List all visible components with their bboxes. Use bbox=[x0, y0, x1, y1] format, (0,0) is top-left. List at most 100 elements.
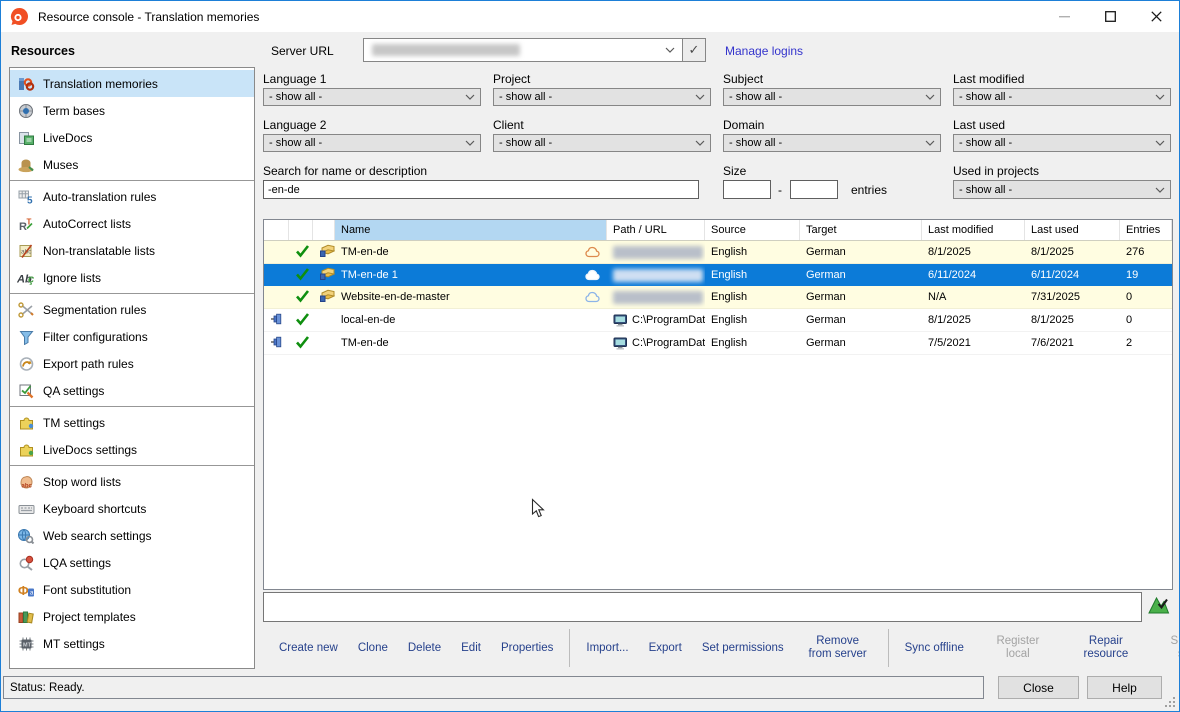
help-button[interactable]: Help bbox=[1087, 676, 1162, 699]
column-header-path-url[interactable]: Path / URL bbox=[607, 220, 705, 240]
set-permissions-button[interactable]: Set permissions bbox=[702, 642, 784, 654]
column-header-last-modified[interactable]: Last modified bbox=[922, 220, 1025, 240]
export-button[interactable]: Export bbox=[649, 642, 682, 654]
edit-button[interactable]: Edit bbox=[461, 642, 481, 654]
repair-resource-button[interactable]: Repair resource bbox=[1072, 635, 1140, 661]
dropdown-value: - show all - bbox=[269, 137, 322, 149]
sidebar-item-label: LiveDocs bbox=[43, 131, 92, 145]
filter-label-client: Client bbox=[493, 118, 524, 132]
sidebar-item-keyboard-shortcuts[interactable]: Keyboard shortcuts bbox=[10, 495, 254, 522]
last-used-dropdown[interactable]: - show all - bbox=[953, 134, 1171, 152]
sidebar-item-export-path-rules[interactable]: Export path rules bbox=[10, 350, 254, 377]
search-input[interactable] bbox=[263, 180, 699, 199]
column-header-entries[interactable]: Entries bbox=[1120, 220, 1172, 240]
sidebar-item-label: Ignore lists bbox=[43, 271, 101, 285]
table-row-tm-en-de[interactable]: TM-en-deEnglishGerman8/1/20258/1/2025276 bbox=[264, 241, 1172, 264]
last-used-cell: 8/1/2025 bbox=[1025, 309, 1120, 331]
table-row-website-en-de-master[interactable]: Website-en-de-masterEnglishGermanN/A7/31… bbox=[264, 286, 1172, 309]
detail-segment: [ bbox=[330, 621, 336, 622]
client-dropdown[interactable]: - show all - bbox=[493, 134, 711, 152]
sidebar-item-segmentation-rules[interactable]: Segmentation rules bbox=[10, 296, 254, 323]
sidebar-item-stop-word-lists[interactable]: abcStop word lists bbox=[10, 468, 254, 495]
column-header-icon-2[interactable] bbox=[313, 220, 335, 240]
sidebar-item-font-substitution[interactable]: ΦaFont substitution bbox=[10, 576, 254, 603]
minimize-button[interactable] bbox=[1041, 1, 1087, 32]
close-window-button[interactable] bbox=[1133, 1, 1179, 32]
svg-text:MT: MT bbox=[23, 642, 32, 648]
project-dropdown[interactable]: - show all - bbox=[493, 88, 711, 106]
sidebar-item-translation-memories[interactable]: Translation memories bbox=[10, 70, 254, 97]
chevron-down-icon bbox=[925, 140, 935, 146]
sidebar-item-filter-configurations[interactable]: Filter configurations bbox=[10, 323, 254, 350]
size-unit-label: entries bbox=[851, 183, 887, 197]
tm-settings-icon bbox=[17, 415, 35, 431]
sidebar-item-auto-translation-rules[interactable]: 5Auto-translation rules bbox=[10, 183, 254, 210]
domain-dropdown[interactable]: - show all - bbox=[723, 134, 941, 152]
column-header-label: Target bbox=[806, 224, 837, 236]
language-1-dropdown[interactable]: - show all - bbox=[263, 88, 481, 106]
column-header-source[interactable]: Source bbox=[705, 220, 800, 240]
dropdown-value: - show all - bbox=[959, 137, 1012, 149]
titlebar: Resource console - Translation memories bbox=[1, 1, 1179, 32]
resources-sidebar: Translation memoriesTerm bases LiveDocs Mu… bbox=[9, 67, 255, 669]
sidebar-item-livedocs[interactable]: LiveDocs bbox=[10, 124, 254, 151]
maximize-button[interactable] bbox=[1087, 1, 1133, 32]
sidebar-item-web-search-settings[interactable]: Web search settings bbox=[10, 522, 254, 549]
last-modified-dropdown[interactable]: - show all - bbox=[953, 88, 1171, 106]
manage-logins-link[interactable]: Manage logins bbox=[725, 44, 803, 58]
sidebar-group-separator bbox=[10, 293, 254, 294]
sidebar-item-qa-settings[interactable]: QA settings bbox=[10, 377, 254, 404]
size-to-input[interactable] bbox=[790, 180, 838, 199]
properties-button[interactable]: Properties bbox=[501, 642, 553, 654]
remove-from-server-button[interactable]: Remove from server bbox=[804, 635, 872, 661]
sidebar-item-non-translatable-lists[interactable]: abcNon-translatable lists bbox=[10, 237, 254, 264]
chevron-down-icon bbox=[1155, 94, 1165, 100]
column-header-name[interactable]: Name bbox=[335, 220, 607, 240]
sidebar-item-label: Project templates bbox=[43, 610, 136, 624]
close-button[interactable]: Close bbox=[998, 676, 1079, 699]
column-header-last-used[interactable]: Last used bbox=[1025, 220, 1120, 240]
sidebar-item-autocorrect-lists[interactable]: RTAutoCorrect lists bbox=[10, 210, 254, 237]
server-url-label: Server URL bbox=[271, 44, 334, 58]
language-2-dropdown[interactable]: - show all - bbox=[263, 134, 481, 152]
sidebar-item-muses[interactable]: Muses bbox=[10, 151, 254, 178]
sidebar-item-label: LiveDocs settings bbox=[43, 443, 137, 457]
filter-label-last-used: Last used bbox=[953, 118, 1005, 132]
filter-label-last-modified: Last modified bbox=[953, 72, 1024, 86]
sidebar-item-label: Export path rules bbox=[43, 357, 134, 371]
sidebar-item-project-templates[interactable]: Project templates bbox=[10, 603, 254, 630]
resize-grip[interactable] bbox=[1164, 696, 1176, 708]
chevron-down-icon bbox=[925, 94, 935, 100]
server-connect-check-button[interactable]: ✓ bbox=[682, 38, 706, 62]
sidebar-item-ignore-lists[interactable]: AbçIgnore lists bbox=[10, 264, 254, 291]
used-in-projects-label: Used in projects bbox=[953, 164, 1039, 178]
sidebar-item-term-bases[interactable]: Term bases bbox=[10, 97, 254, 124]
sidebar-item-livedocs-settings[interactable]: LiveDocs settings bbox=[10, 436, 254, 463]
table-row-local-en-de[interactable]: local-en-deC:\ProgramData\...EnglishGerm… bbox=[264, 309, 1172, 332]
name-cell: TM-en-de bbox=[335, 332, 607, 354]
table-row-tm-en-de[interactable]: TM-en-deC:\ProgramData\...EnglishGerman7… bbox=[264, 332, 1172, 355]
column-header-icon-1[interactable] bbox=[289, 220, 313, 240]
target-language-cell: German bbox=[800, 241, 922, 263]
size-from-input[interactable] bbox=[723, 180, 771, 199]
path-text: C:\ProgramData\... bbox=[632, 314, 705, 326]
sidebar-item-lqa-settings[interactable]: LQA settings bbox=[10, 549, 254, 576]
table-row-tm-en-de-1[interactable]: TM-en-de 1EnglishGerman6/11/20246/11/202… bbox=[264, 264, 1172, 286]
sidebar-item-tm-settings[interactable]: TM settings bbox=[10, 409, 254, 436]
subject-dropdown[interactable]: - show all - bbox=[723, 88, 941, 106]
check-icon bbox=[295, 335, 310, 352]
stop-word-lists-icon: abc bbox=[17, 474, 35, 490]
column-header-target[interactable]: Target bbox=[800, 220, 922, 240]
sidebar-item-mt-settings[interactable]: MTMT settings bbox=[10, 630, 254, 657]
create-new-button[interactable]: Create new bbox=[279, 642, 338, 654]
delete-button[interactable]: Delete bbox=[408, 642, 441, 654]
import-button[interactable]: Import... bbox=[586, 642, 628, 654]
chevron-down-icon bbox=[665, 47, 675, 53]
server-url-combobox[interactable] bbox=[363, 38, 683, 62]
clone-button[interactable]: Clone bbox=[358, 642, 388, 654]
used-in-projects-dropdown[interactable]: - show all - bbox=[953, 180, 1171, 199]
non-translatable-lists-icon: abc bbox=[17, 243, 35, 259]
svg-text:abc: abc bbox=[21, 483, 32, 489]
column-header-icon-0[interactable] bbox=[264, 220, 289, 240]
sync-offline-button[interactable]: Sync offline bbox=[905, 642, 964, 654]
